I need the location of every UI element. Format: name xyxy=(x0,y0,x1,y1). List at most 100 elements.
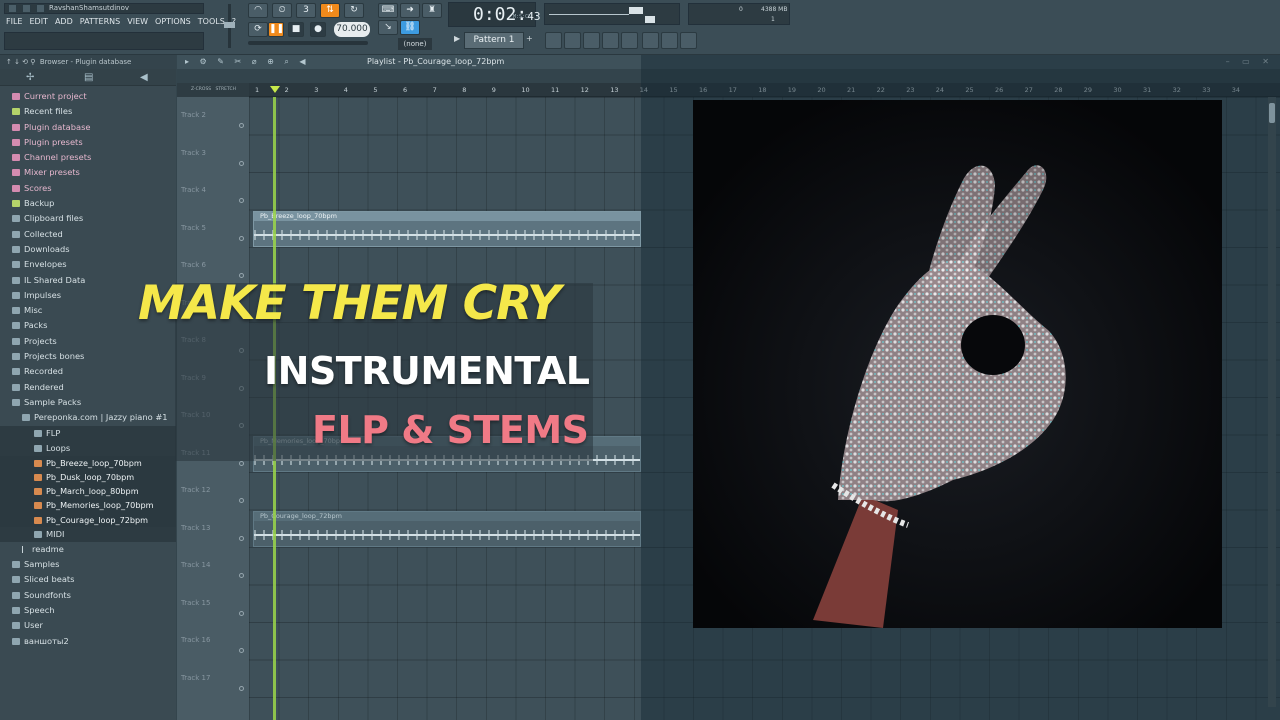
playhead-marker[interactable] xyxy=(270,86,280,93)
browser-folder-item[interactable]: Mixer presets xyxy=(0,165,176,180)
pattern-add-icon[interactable]: + xyxy=(526,34,533,43)
tool-icon[interactable] xyxy=(680,32,697,49)
browser-folder-item[interactable]: Downloads xyxy=(0,242,176,257)
browser-folder-item[interactable]: Speech xyxy=(0,603,176,618)
playlist-tools-icons[interactable]: ▸ ⚙ ✎ ✂ ⌀ ⊕ ⌕ ◀ xyxy=(185,55,310,69)
pause-button[interactable]: ❚❚ xyxy=(268,22,284,37)
loop-record-button[interactable]: ↻ xyxy=(344,3,364,18)
menu-item-edit[interactable]: EDIT xyxy=(29,17,47,26)
track-header[interactable]: Track 3 xyxy=(181,135,247,172)
browser-folder-item[interactable]: MIDI xyxy=(0,526,176,542)
playlist-icon[interactable] xyxy=(545,32,562,49)
track-header[interactable]: Track 4 xyxy=(181,172,247,209)
window-menu-icon[interactable] xyxy=(8,4,17,13)
track-mute-dot[interactable] xyxy=(239,160,244,166)
track-mute-dot[interactable] xyxy=(239,123,244,128)
browser-all-icon[interactable]: ✢ xyxy=(26,72,34,83)
steptime-icon[interactable]: ♜ xyxy=(422,3,442,18)
browser-file-item[interactable]: Pb_Breeze_loop_70bpm xyxy=(0,456,176,471)
browser-folder-item[interactable]: Channel presets xyxy=(0,150,176,165)
window-close-icon[interactable] xyxy=(36,4,45,13)
browser-folder-item[interactable]: Rendered xyxy=(0,380,176,395)
browser-folder-item[interactable]: Scores xyxy=(0,181,176,196)
stretch-label[interactable]: STRETCH xyxy=(215,87,236,92)
browser-folder-item[interactable]: Recorded xyxy=(0,364,176,379)
audio-clip[interactable]: Pb_Courage_loop_72bpm xyxy=(253,510,641,547)
track-mute-dot[interactable] xyxy=(239,460,244,466)
browser-folder-item[interactable]: Recent files xyxy=(0,104,176,119)
browser-folder-item[interactable]: Pereponka.com | Jazzy piano #1 xyxy=(0,410,176,425)
pattern-selector[interactable]: Pattern 1 xyxy=(464,32,524,49)
window-restore-icon[interactable] xyxy=(22,4,31,13)
track-mute-dot[interactable] xyxy=(239,535,244,541)
piano-roll-icon[interactable] xyxy=(564,32,581,49)
channel-rack-icon[interactable] xyxy=(583,32,600,49)
track-header[interactable]: Track 17 xyxy=(181,660,247,697)
track-mute-dot[interactable] xyxy=(239,685,244,691)
link-icon[interactable]: ⛓ xyxy=(400,20,420,35)
multilink-icon[interactable]: ↘ xyxy=(378,20,398,35)
pattern-prev-icon[interactable]: ▶ xyxy=(454,34,460,43)
browser-folder-item[interactable]: Clipboard files xyxy=(0,211,176,226)
menu-item-tools[interactable]: TOOLS xyxy=(198,17,225,26)
metronome-icon[interactable]: ◠ xyxy=(248,3,268,18)
track-mute-dot[interactable] xyxy=(239,648,244,653)
pattern-song-toggle[interactable]: ⟳ xyxy=(248,22,268,37)
track-header[interactable]: Track 12 xyxy=(181,472,247,509)
browser-speaker-icon[interactable]: ◀ xyxy=(140,72,148,83)
track-mute-dot[interactable] xyxy=(239,573,244,578)
snap-selector[interactable]: (none) xyxy=(398,38,432,50)
track-header[interactable]: Track 15 xyxy=(181,585,247,622)
browser-folder-item[interactable]: Collected xyxy=(0,227,176,242)
browser-folder-item[interactable]: FLP xyxy=(0,425,176,441)
track-header[interactable]: Track 16 xyxy=(181,622,247,659)
scrollbar-thumb[interactable] xyxy=(1269,103,1275,123)
track-mute-dot[interactable] xyxy=(239,610,244,616)
plugin-picker-icon[interactable] xyxy=(642,32,659,49)
browser-icon[interactable] xyxy=(621,32,638,49)
browser-folder-item[interactable]: Sample Packs xyxy=(0,395,176,410)
wait-record-button[interactable]: ⏲ xyxy=(272,3,292,18)
browser-folder-item[interactable]: readme xyxy=(0,542,176,557)
arrow-right-icon[interactable]: ➜ xyxy=(400,3,420,18)
menu-item-view[interactable]: VIEW xyxy=(127,17,148,26)
browser-file-item[interactable]: Pb_Memories_loop_70bpm xyxy=(0,498,176,513)
playlist-vertical-scrollbar[interactable] xyxy=(1268,97,1276,707)
audio-clip[interactable]: Pb_Breeze_loop_70bpm xyxy=(253,210,641,247)
browser-folder-item[interactable]: Sliced beats xyxy=(0,572,176,587)
browser-folder-item[interactable]: Current project xyxy=(0,89,176,104)
browser-file-item[interactable]: Pb_Courage_loop_72bpm xyxy=(0,512,176,527)
stop-button[interactable]: ■ xyxy=(288,22,304,37)
mixer-icon[interactable] xyxy=(602,32,619,49)
browser-folder-item[interactable]: Plugin presets xyxy=(0,135,176,150)
browser-folder-item[interactable]: Plugin database xyxy=(0,120,176,135)
browser-folder-item[interactable]: ваншоты2 xyxy=(0,634,176,649)
step-edit-button[interactable]: ⇅ xyxy=(320,3,340,18)
track-header[interactable]: Track 5 xyxy=(181,210,247,247)
track-header[interactable]: Track 13 xyxy=(181,510,247,547)
track-header[interactable]: Track 2 xyxy=(181,97,247,134)
zcross-label[interactable]: Z-CROSS xyxy=(191,87,211,92)
record-button[interactable]: ● xyxy=(310,22,326,37)
song-position-clock[interactable]: 0:02:43 M:S:CS xyxy=(448,2,540,27)
menu-item-file[interactable]: FILE xyxy=(6,17,22,26)
menu-item-add[interactable]: ADD xyxy=(55,17,73,26)
track-header[interactable]: Track 14 xyxy=(181,547,247,584)
menu-item-patterns[interactable]: PATTERNS xyxy=(80,17,120,26)
typing-keyboard-icon[interactable]: ⌨ xyxy=(378,3,398,18)
browser-files-icon[interactable]: ▤ xyxy=(84,72,93,83)
master-volume-handle[interactable] xyxy=(224,22,235,28)
browser-folder-item[interactable]: Soundfonts xyxy=(0,588,176,603)
tool-icon[interactable] xyxy=(661,32,678,49)
browser-folder-item[interactable]: Loops xyxy=(0,440,176,457)
browser-folder-item[interactable]: Envelopes xyxy=(0,257,176,272)
countdown-button[interactable]: 3 xyxy=(296,3,316,18)
tempo-display[interactable]: 70.000 xyxy=(334,22,370,37)
browser-folder-item[interactable]: Backup xyxy=(0,196,176,211)
browser-folder-item[interactable]: Projects xyxy=(0,334,176,349)
track-mute-dot[interactable] xyxy=(239,498,244,503)
track-mute-dot[interactable] xyxy=(239,198,244,203)
browser-file-item[interactable]: Pb_Dusk_loop_70bpm xyxy=(0,470,176,485)
browser-folder-item[interactable]: User xyxy=(0,618,176,633)
track-mute-dot[interactable] xyxy=(239,235,244,241)
